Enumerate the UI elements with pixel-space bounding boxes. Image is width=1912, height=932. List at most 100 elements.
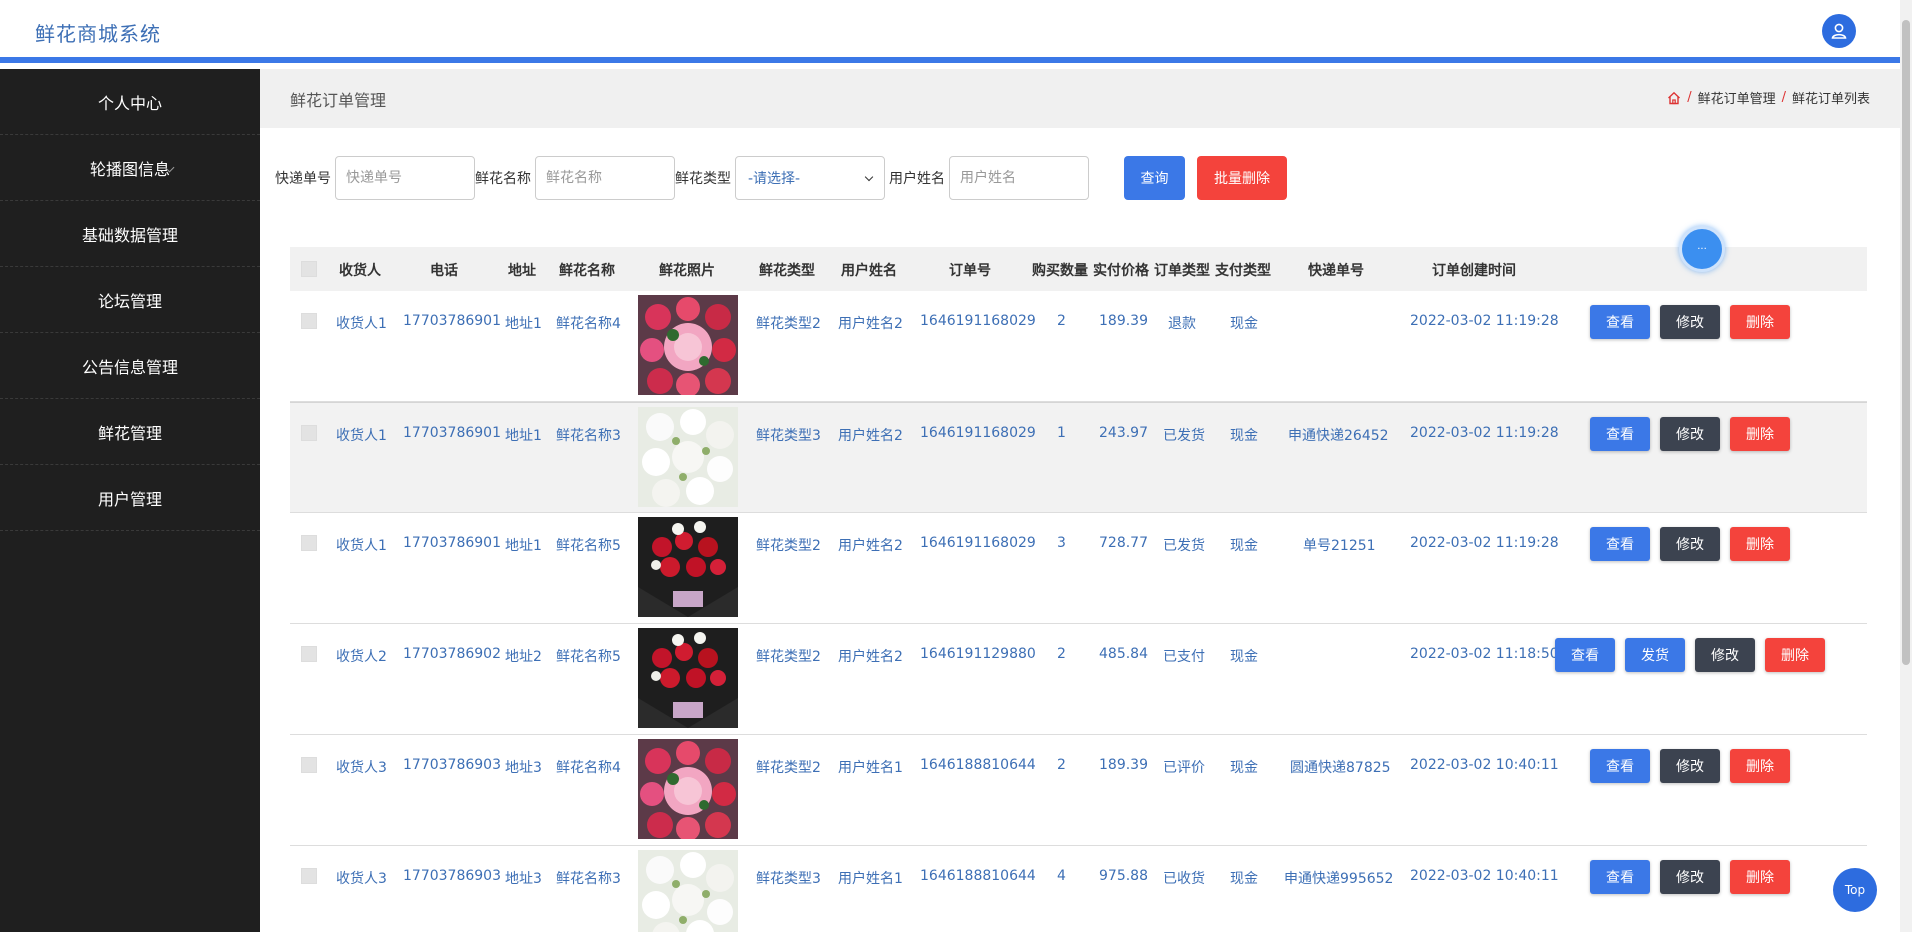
row-actions: 查看 发货 修改 删除 xyxy=(1555,638,1825,672)
sidebar-item-base-data[interactable]: 基础数据管理 xyxy=(0,201,260,267)
sidebar-item-label: 鲜花管理 xyxy=(97,423,162,443)
cell-receiver: 收货人3 xyxy=(336,871,387,887)
col-receiver: 收货人 xyxy=(339,263,381,279)
table-row: 收货人3 17703786903 地址3 鲜花名称4 鲜花类型2 用户姓名1 1… xyxy=(290,735,1867,846)
cell-address: 地址3 xyxy=(505,760,542,776)
scrollbar-thumb[interactable] xyxy=(1902,20,1910,665)
flower-name-label: 鲜花名称 xyxy=(475,171,531,187)
cell-price: 189.39 xyxy=(1099,757,1148,773)
sidebar-item-carousel[interactable]: 轮播图信息 xyxy=(0,135,260,201)
search-filters: 快递单号 鲜花名称 鲜花类型 -请选择- 用户姓名 查询 批量删除 xyxy=(275,156,1287,200)
flower-photo-dark xyxy=(638,628,738,728)
edit-button[interactable]: 修改 xyxy=(1660,527,1720,561)
sidebar-item-announcement[interactable]: 公告信息管理 xyxy=(0,333,260,399)
table-row: 收货人1 17703786901 地址1 鲜花名称4 鲜花类型2 用户姓名2 1… xyxy=(290,291,1867,402)
page-scrollbar[interactable] xyxy=(1900,0,1912,932)
view-button[interactable]: 查看 xyxy=(1590,527,1650,561)
col-quantity: 购买数量 xyxy=(1032,263,1088,279)
flower-photo-pink xyxy=(638,295,738,395)
edit-button[interactable]: 修改 xyxy=(1660,305,1720,339)
ship-button[interactable]: 发货 xyxy=(1625,638,1685,672)
cell-flower-type: 鲜花类型2 xyxy=(756,316,821,332)
cell-price: 975.88 xyxy=(1099,868,1148,884)
edit-button[interactable]: 修改 xyxy=(1660,860,1720,894)
cell-created-time: 2022-03-02 11:19:28 xyxy=(1410,313,1559,329)
sidebar-item-personal-center[interactable]: 个人中心 xyxy=(0,69,260,135)
sidebar-item-flowers[interactable]: 鲜花管理 xyxy=(0,399,260,465)
table-row: 收货人2 17703786902 地址2 鲜花名称5 鲜花类型2 用户姓名2 1… xyxy=(290,624,1867,735)
delete-button[interactable]: 删除 xyxy=(1730,305,1790,339)
app-title: 鲜花商城系统 xyxy=(35,22,161,46)
cell-user-name: 用户姓名2 xyxy=(838,428,903,444)
delete-button[interactable]: 删除 xyxy=(1730,417,1790,451)
cell-order-no: 1646188810644 xyxy=(920,868,1036,884)
view-button[interactable]: 查看 xyxy=(1590,417,1650,451)
cell-created-time: 2022-03-02 11:18:50 xyxy=(1410,646,1559,662)
user-name-input[interactable] xyxy=(949,156,1089,200)
table-row: 收货人1 17703786901 地址1 鲜花名称3 鲜花类型3 用户姓名2 1… xyxy=(290,402,1867,513)
batch-delete-button[interactable]: 批量删除 xyxy=(1197,156,1287,200)
sidebar-item-label: 论坛管理 xyxy=(97,291,162,311)
view-button[interactable]: 查看 xyxy=(1590,305,1650,339)
delete-button[interactable]: 删除 xyxy=(1730,749,1790,783)
breadcrumb-separator: / xyxy=(1687,90,1692,105)
cell-express-no: 申通快递26452 xyxy=(1288,428,1389,444)
delete-button[interactable]: 删除 xyxy=(1730,860,1790,894)
user-avatar[interactable] xyxy=(1822,14,1856,48)
row-checkbox[interactable] xyxy=(301,425,317,441)
cell-flower-type: 鲜花类型2 xyxy=(756,649,821,665)
col-created-time: 订单创建时间 xyxy=(1432,263,1516,279)
cell-quantity: 1 xyxy=(1057,425,1066,441)
view-button[interactable]: 查看 xyxy=(1555,638,1615,672)
delete-button[interactable]: 删除 xyxy=(1765,638,1825,672)
delete-button[interactable]: 删除 xyxy=(1730,527,1790,561)
edit-button[interactable]: 修改 xyxy=(1660,749,1720,783)
cell-user-name: 用户姓名2 xyxy=(838,316,903,332)
cell-address: 地址1 xyxy=(505,428,542,444)
cell-user-name: 用户姓名1 xyxy=(838,760,903,776)
cell-order-type: 已支付 xyxy=(1163,649,1205,665)
select-all-checkbox[interactable] xyxy=(301,261,317,277)
row-actions: 查看 修改 删除 xyxy=(1590,417,1790,451)
cell-pay-type: 现金 xyxy=(1230,538,1258,554)
cell-order-no: 1646191168029 xyxy=(920,535,1036,551)
cell-price: 243.97 xyxy=(1099,425,1148,441)
cell-order-no: 1646191168029 xyxy=(920,313,1036,329)
edit-button[interactable]: 修改 xyxy=(1660,417,1720,451)
flower-photo-white xyxy=(638,407,738,507)
row-actions: 查看 修改 删除 xyxy=(1590,860,1790,894)
row-checkbox[interactable] xyxy=(301,646,317,662)
row-checkbox[interactable] xyxy=(301,757,317,773)
cell-flower-name: 鲜花名称3 xyxy=(556,428,621,444)
row-checkbox[interactable] xyxy=(301,313,317,329)
row-checkbox[interactable] xyxy=(301,868,317,884)
row-checkbox[interactable] xyxy=(301,535,317,551)
cell-flower-name: 鲜花名称4 xyxy=(556,760,621,776)
sidebar-item-users[interactable]: 用户管理 xyxy=(0,465,260,531)
cell-receiver: 收货人1 xyxy=(336,316,387,332)
breadcrumb-item-orders[interactable]: 鲜花订单管理 xyxy=(1698,88,1776,107)
cell-order-type: 已评价 xyxy=(1163,760,1205,776)
cell-user-name: 用户姓名2 xyxy=(838,649,903,665)
cell-address: 地址3 xyxy=(505,871,542,887)
express-input[interactable] xyxy=(335,156,475,200)
cell-express-no: 申通快递995652 xyxy=(1284,871,1394,887)
orders-table: 收货人 电话 地址 鲜花名称 鲜花照片 鲜花类型 用户姓名 订单号 购买数量 实… xyxy=(290,247,1867,932)
sidebar-item-label: 用户管理 xyxy=(97,489,162,509)
cell-order-type: 已发货 xyxy=(1163,428,1205,444)
cell-created-time: 2022-03-02 10:40:11 xyxy=(1410,757,1559,773)
flower-photo-pink xyxy=(638,739,738,839)
col-express-no: 快递单号 xyxy=(1308,263,1364,279)
view-button[interactable]: 查看 xyxy=(1590,860,1650,894)
view-button[interactable]: 查看 xyxy=(1590,749,1650,783)
user-name-label: 用户姓名 xyxy=(889,171,945,187)
flower-type-select[interactable]: -请选择- xyxy=(735,156,885,200)
query-button[interactable]: 查询 xyxy=(1124,156,1185,200)
edit-button[interactable]: 修改 xyxy=(1695,638,1755,672)
back-to-top-button[interactable]: Top xyxy=(1833,868,1877,912)
page-header: 鲜花订单管理 / 鲜花订单管理 / 鲜花订单列表 xyxy=(260,69,1900,128)
sidebar-item-forum[interactable]: 论坛管理 xyxy=(0,267,260,333)
home-icon[interactable] xyxy=(1667,91,1681,105)
flower-name-input[interactable] xyxy=(535,156,675,200)
page-title: 鲜花订单管理 xyxy=(290,91,387,110)
